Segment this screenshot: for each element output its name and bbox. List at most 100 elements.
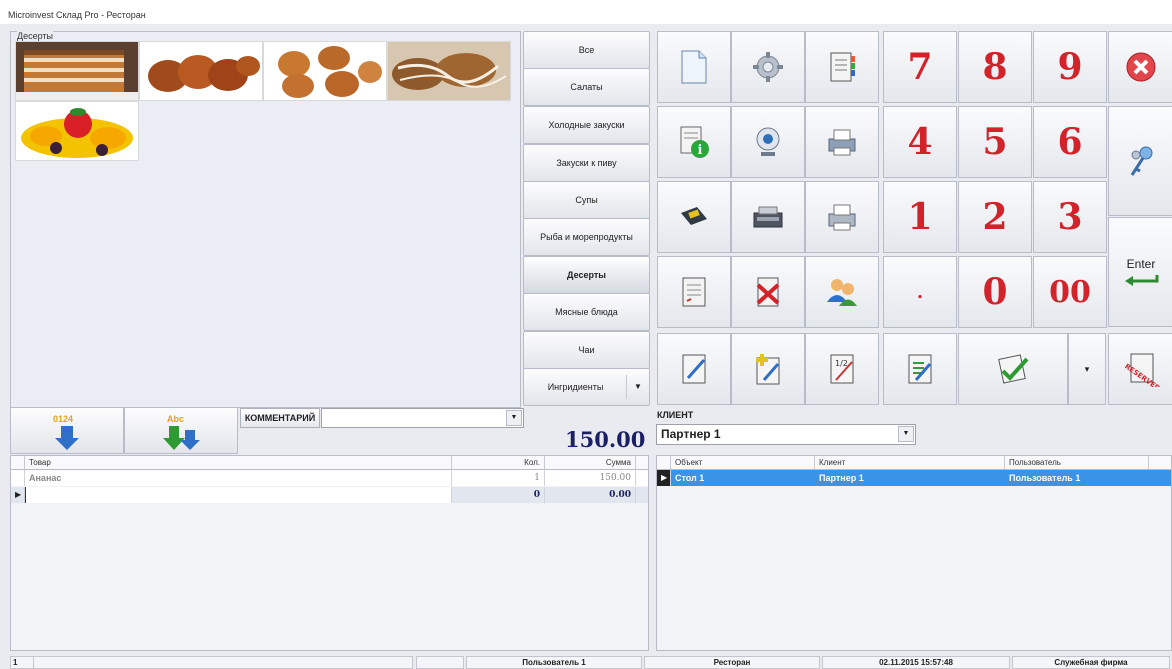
buns-image (278, 46, 382, 98)
item-name[interactable]: Ананас (25, 470, 452, 486)
status-mode: Ресторан (644, 656, 820, 669)
product-tile-pirozhki[interactable] (139, 41, 263, 101)
edit-note-button[interactable] (657, 333, 731, 405)
window-title: Microinvest Склад Pro - Ресторан (8, 10, 146, 20)
document-icon (681, 50, 707, 84)
users-icon (827, 279, 857, 306)
cancel-order-button[interactable] (731, 256, 805, 328)
client-select[interactable]: Партнер 1 ▼ (656, 424, 916, 445)
item-quantity[interactable]: 1 (452, 470, 545, 486)
comment-combo[interactable]: ▼ (321, 408, 524, 428)
column-header[interactable]: Пользователь (1005, 456, 1149, 469)
confirm-options-dropdown[interactable]: ▾ (1068, 333, 1106, 405)
digit-7-button[interactable]: 7 (883, 31, 957, 103)
digit-8-button[interactable]: 8 (958, 31, 1032, 103)
table-row[interactable]: Ананас 1 150.00 (11, 470, 648, 486)
new-document-button[interactable] (657, 31, 731, 103)
print-button[interactable] (805, 106, 879, 178)
sort-by-name-button[interactable]: Abc (124, 407, 238, 454)
digit-5-button[interactable]: 5 (958, 106, 1032, 178)
printer-icon (828, 129, 856, 156)
column-header[interactable]: Клиент (815, 456, 1005, 469)
status-user: Пользователь 1 (466, 656, 642, 669)
column-header[interactable]: Кол. (452, 456, 545, 469)
decimal-button[interactable]: . (883, 256, 957, 328)
digit-label: 00 (1049, 274, 1091, 310)
order-grid-header: Товар Кол. Сумма (11, 456, 648, 470)
product-tile-cake[interactable] (15, 41, 139, 101)
digit-3-button[interactable]: 3 (1033, 181, 1107, 253)
column-header[interactable] (11, 456, 25, 469)
category-button[interactable]: Супы (523, 181, 650, 219)
column-header[interactable]: Товар (25, 456, 452, 469)
digit-4-button[interactable]: 4 (883, 106, 957, 178)
card-reader-button[interactable] (657, 181, 731, 253)
digit-label: 8 (982, 46, 1008, 88)
digit-label: . (916, 281, 924, 303)
invoice-button[interactable] (657, 256, 731, 328)
status-empty-panel (416, 656, 464, 669)
column-header[interactable]: Сумма (545, 456, 636, 469)
close-icon (1126, 52, 1156, 82)
row-object[interactable]: Стол 1 (671, 470, 815, 486)
category-label: Мясные блюда (555, 307, 618, 317)
digit-6-button[interactable]: 6 (1033, 106, 1107, 178)
close-button[interactable] (1108, 31, 1172, 103)
category-button[interactable]: Ингридиенты ▼ (523, 368, 650, 406)
cash-register-icon (753, 206, 783, 228)
category-button[interactable]: Десерты (523, 256, 650, 294)
digit-0-button[interactable]: 0 (958, 256, 1032, 328)
info-button[interactable]: i (657, 106, 731, 178)
status-bar: 1 Пользователь 1 Ресторан 02.11.2015 15:… (0, 654, 1172, 669)
edit-note-icon (682, 354, 706, 384)
edit-list-button[interactable] (883, 333, 957, 405)
print-receipt-button[interactable] (805, 181, 879, 253)
new-item-input[interactable] (25, 487, 452, 503)
category-button[interactable]: Рыба и морепродукты (523, 218, 650, 256)
reserve-button[interactable]: RESERVED (1108, 333, 1172, 405)
category-button[interactable]: Салаты (523, 68, 650, 106)
chevron-down-icon[interactable]: ▼ (898, 426, 914, 442)
chevron-down-icon[interactable]: ▼ (506, 410, 522, 426)
category-button[interactable]: Закуски к пиву (523, 144, 650, 182)
category-button[interactable]: Чаи (523, 331, 650, 369)
sort-by-code-button[interactable]: 0124 (10, 407, 124, 454)
users-button[interactable] (805, 256, 879, 328)
category-button[interactable]: Холодные закуски (523, 106, 650, 144)
cake-image (16, 42, 138, 100)
digit-9-button[interactable]: 9 (1033, 31, 1107, 103)
split-bill-button[interactable]: 1/2 (805, 333, 879, 405)
product-tile-fruit[interactable] (15, 101, 139, 161)
printer-icon (828, 204, 856, 231)
product-tile-buns[interactable] (263, 41, 387, 101)
title-bar: Microinvest Склад Pro - Ресторан (0, 0, 1172, 24)
digit-2-button[interactable]: 2 (958, 181, 1032, 253)
confirm-button[interactable] (958, 333, 1068, 405)
product-tile-rolls[interactable] (387, 41, 511, 101)
digit-00-button[interactable]: 00 (1033, 256, 1107, 328)
column-header[interactable] (657, 456, 671, 469)
notebook-icon (830, 52, 855, 82)
category-label: Десерты (567, 270, 606, 280)
webcam-button[interactable] (731, 106, 805, 178)
enter-button[interactable]: Enter (1108, 217, 1172, 327)
row-client[interactable]: Партнер 1 (815, 470, 1005, 486)
row-user[interactable]: Пользователь 1 (1005, 470, 1149, 486)
column-header[interactable]: Объект (671, 456, 815, 469)
category-button[interactable]: Все (523, 31, 650, 69)
notebook-button[interactable] (805, 31, 879, 103)
category-label: Ингридиенты (547, 382, 604, 392)
category-label: Рыба и морепродукты (540, 232, 633, 242)
settings-button[interactable] (731, 31, 805, 103)
table-row[interactable]: ▶ Стол 1 Партнер 1 Пользователь 1 (657, 470, 1171, 486)
digit-label: 7 (907, 46, 933, 88)
cash-register-button[interactable] (731, 181, 805, 253)
item-sum[interactable]: 150.00 (545, 470, 636, 486)
enter-arrow-icon (1125, 275, 1159, 286)
chevron-down-icon[interactable]: ▼ (626, 375, 649, 399)
add-item-button[interactable] (731, 333, 805, 405)
keys-button[interactable] (1108, 106, 1172, 216)
digit-1-button[interactable]: 1 (883, 181, 957, 253)
category-button[interactable]: Мясные блюда (523, 293, 650, 331)
card-reader-icon (681, 207, 707, 225)
